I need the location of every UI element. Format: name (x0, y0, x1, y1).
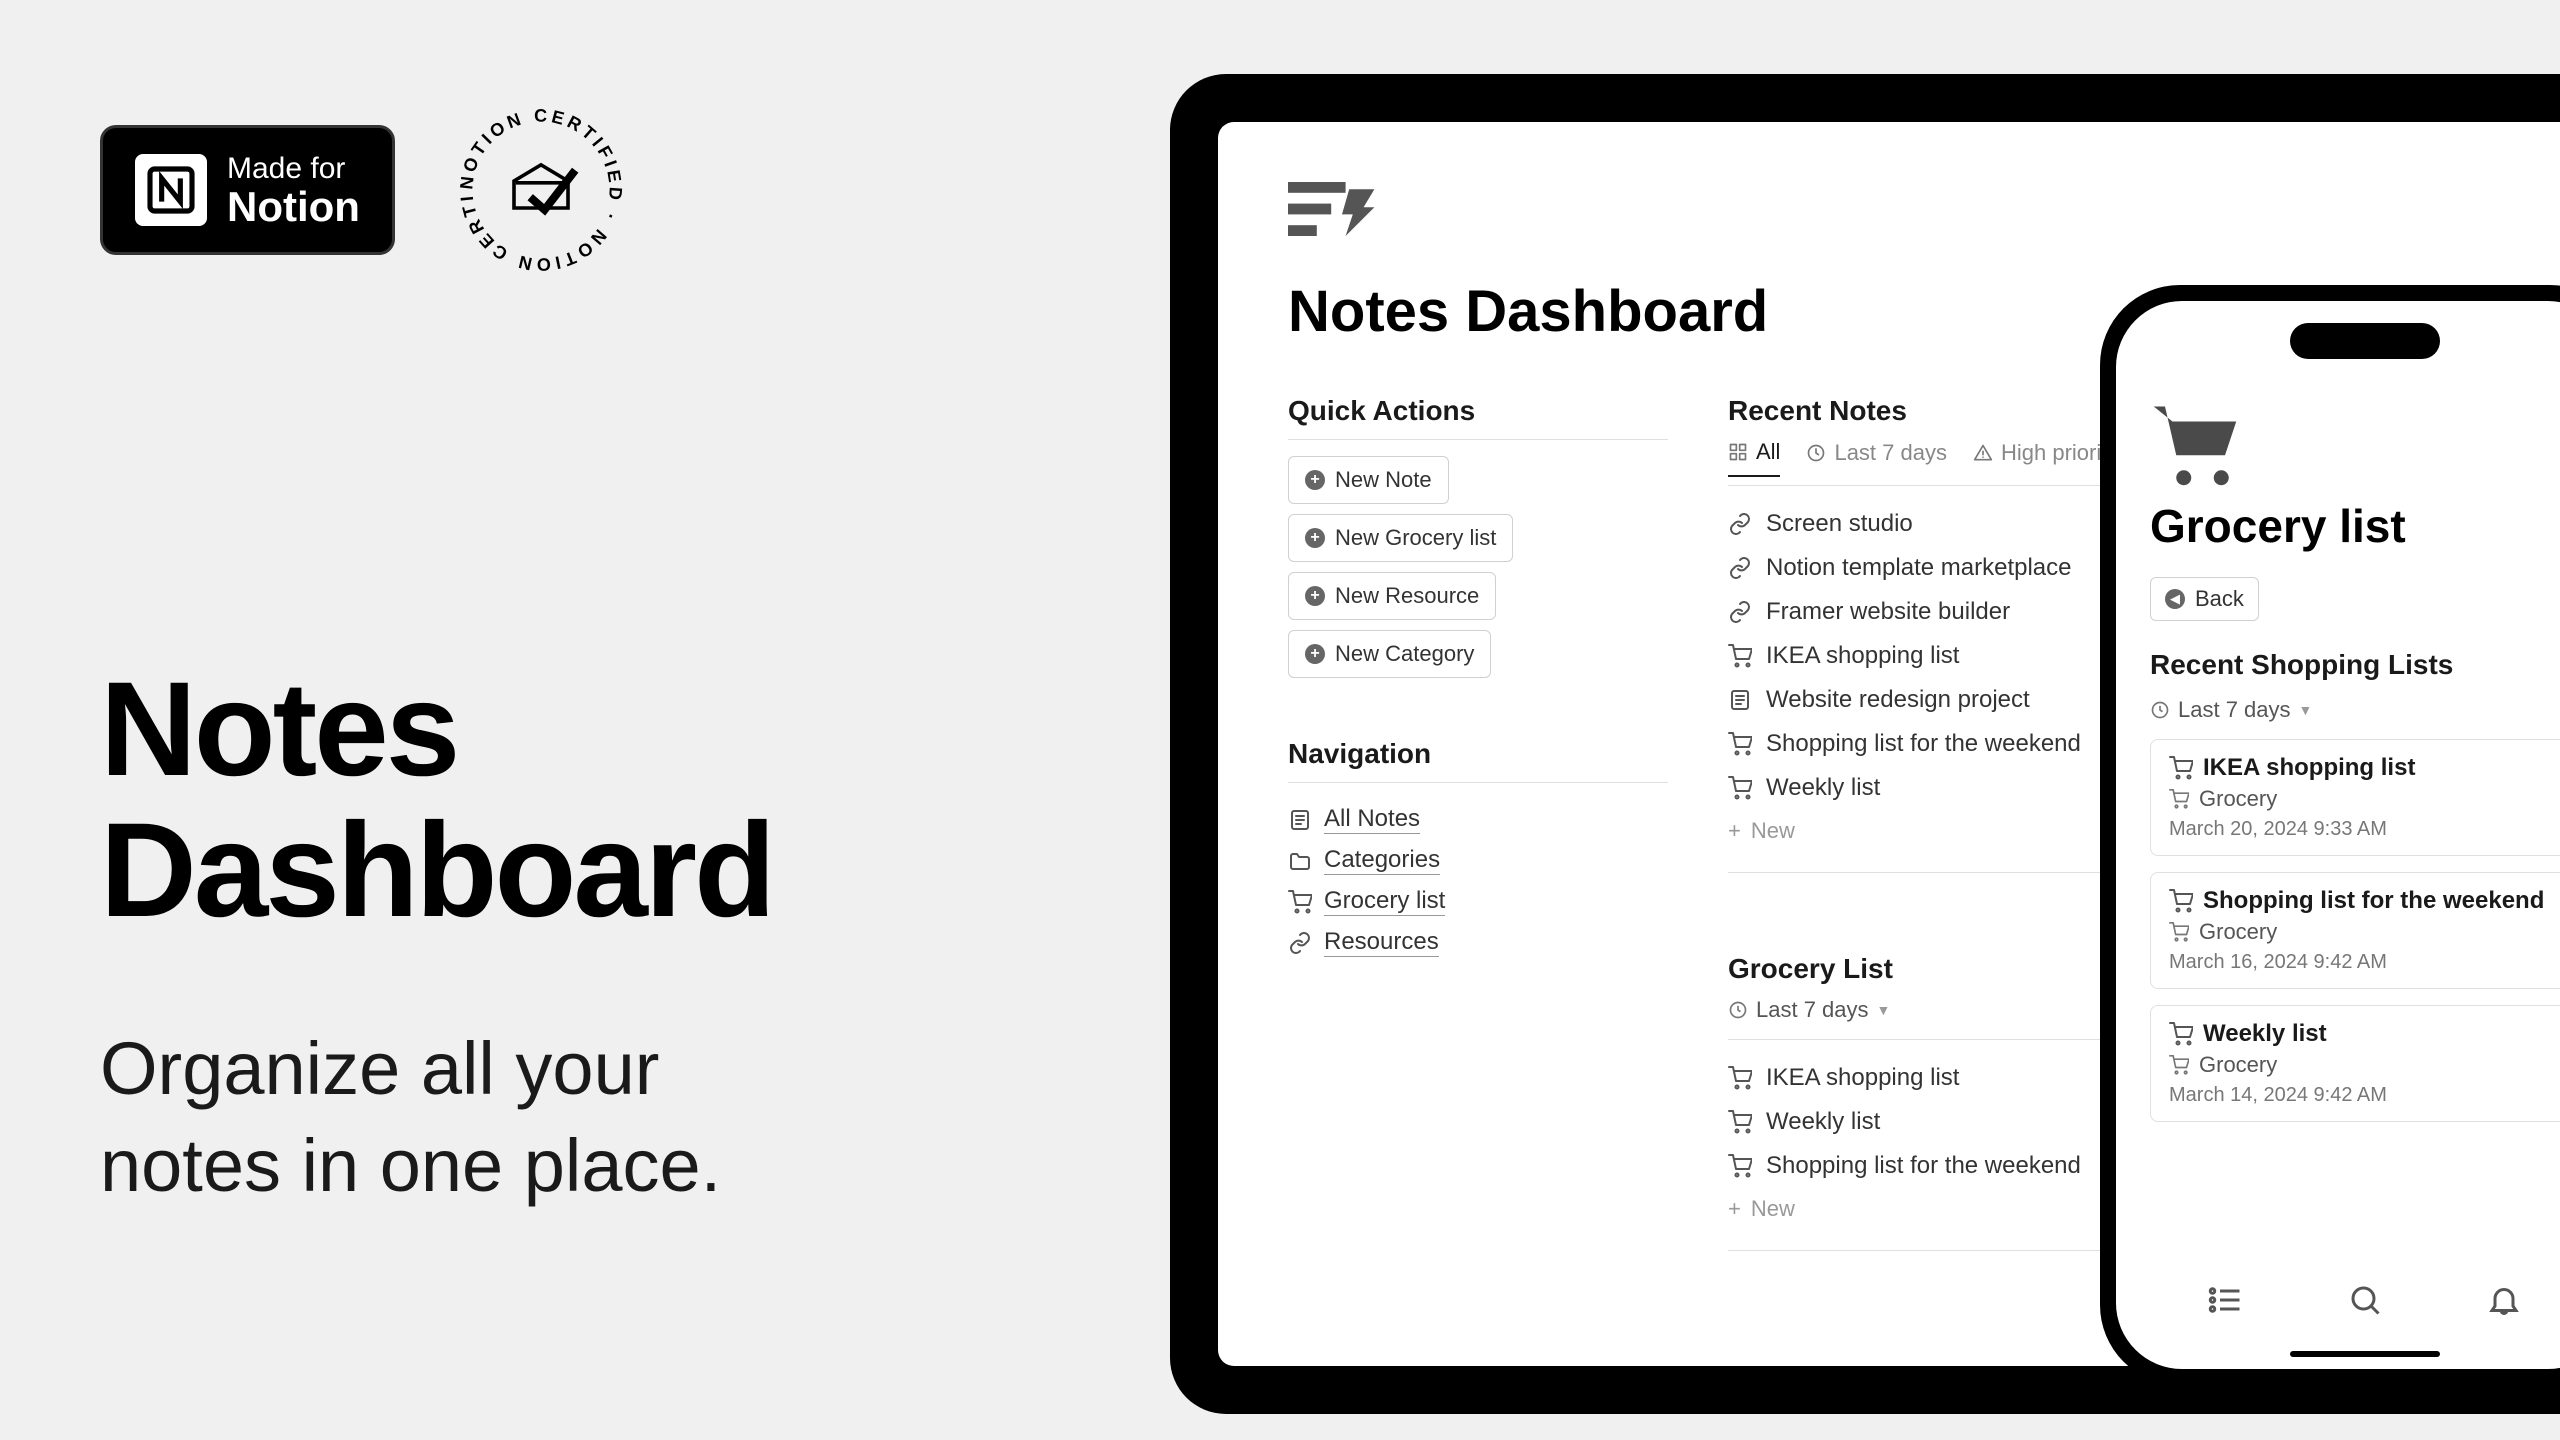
action-button[interactable]: +New Category (1288, 630, 1491, 678)
phone-notch (2290, 323, 2440, 359)
made-for-line2: Notion (227, 186, 360, 228)
action-button[interactable]: +New Resource (1288, 572, 1496, 620)
plus-icon: + (1305, 470, 1325, 490)
chevron-down-icon: ▼ (2299, 702, 2313, 718)
made-for-line1: Made for (227, 152, 360, 186)
chevron-down-icon: ▼ (1877, 1002, 1891, 1018)
tab[interactable]: All (1728, 439, 1780, 477)
phone-page-title: Grocery list (2150, 499, 2560, 553)
nav-item[interactable]: Categories (1288, 840, 1668, 881)
cart-icon (2150, 399, 2240, 479)
action-button[interactable]: +New Note (1288, 456, 1449, 504)
shopping-list-card[interactable]: IKEA shopping list Grocery March 20, 202… (2150, 739, 2560, 856)
notion-certified-badge: NOTION CERTIFIED · NOTION CERTIFIED · (451, 100, 631, 280)
list-icon[interactable] (2208, 1282, 2244, 1318)
plus-icon: + (1305, 528, 1325, 548)
back-button[interactable]: ◀ Back (2150, 577, 2259, 621)
notion-logo-icon (135, 154, 207, 226)
hero-title: Notes Dashboard (100, 660, 1080, 941)
divider (1288, 782, 1668, 783)
back-arrow-icon: ◀ (2165, 589, 2185, 609)
badges-row: Made for Notion NOTION CERTIFIED · NOTIO… (100, 100, 1080, 280)
divider (1288, 439, 1668, 440)
tab[interactable]: High priority (1973, 439, 2118, 477)
made-for-notion-badge: Made for Notion (100, 125, 395, 255)
nav-item[interactable]: All Notes (1288, 799, 1668, 840)
bell-icon[interactable] (2486, 1282, 2522, 1318)
quick-actions-heading: Quick Actions (1288, 395, 1668, 427)
phone-tabbar (2116, 1259, 2560, 1369)
hero-subtitle: Organize all your notes in one place. (100, 1021, 1080, 1213)
plus-icon: + (1728, 1196, 1741, 1222)
tab[interactable]: Last 7 days (1806, 439, 1947, 477)
phone-filter-last-7-days[interactable]: Last 7 days ▼ (2150, 697, 2312, 723)
plus-icon: + (1305, 644, 1325, 664)
plus-icon: + (1728, 818, 1741, 844)
svg-text:NOTION CERTIFIED · NOTION CERT: NOTION CERTIFIED · NOTION CERTIFIED · (451, 100, 626, 275)
shopping-list-card[interactable]: Weekly list Grocery March 14, 2024 9:42 … (2150, 1005, 2560, 1122)
nav-item[interactable]: Grocery list (1288, 881, 1668, 922)
home-indicator (2290, 1351, 2440, 1357)
phone-device: Grocery list ◀ Back Recent Shopping List… (2100, 285, 2560, 1385)
nav-item[interactable]: Resources (1288, 922, 1668, 963)
dashboard-icon (1288, 182, 1378, 242)
filter-last-7-days[interactable]: Last 7 days ▼ (1728, 997, 1890, 1023)
shopping-list-card[interactable]: Shopping list for the weekend Grocery Ma… (2150, 872, 2560, 989)
plus-icon: + (1305, 586, 1325, 606)
navigation-heading: Navigation (1288, 738, 1668, 770)
search-icon[interactable] (2347, 1282, 2383, 1318)
phone-screen: Grocery list ◀ Back Recent Shopping List… (2116, 301, 2560, 1369)
action-button[interactable]: +New Grocery list (1288, 514, 1513, 562)
recent-shopping-heading: Recent Shopping Lists (2150, 649, 2560, 681)
